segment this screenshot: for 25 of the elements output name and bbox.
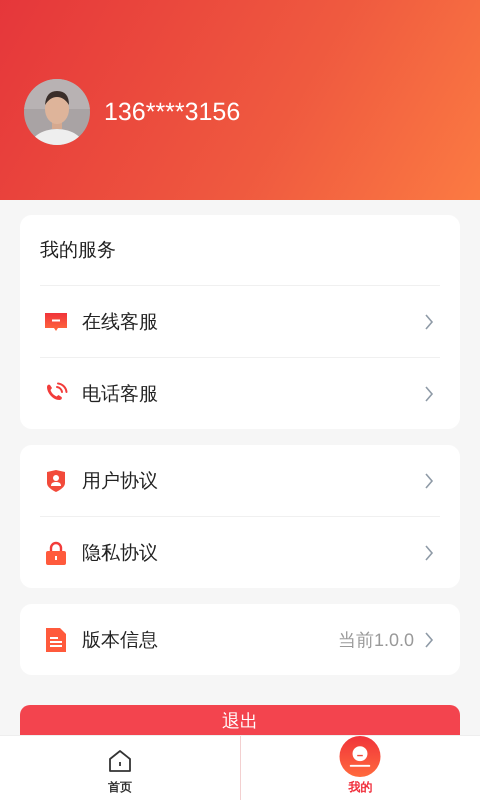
chevron-right-icon: [424, 384, 434, 402]
shield-icon: [44, 468, 68, 492]
menu-item[interactable]: 在线客服: [40, 286, 440, 357]
version-text: 当前1.0.0: [338, 628, 414, 652]
phone-number: 136****3156: [104, 98, 240, 126]
menu-label: 电话客服: [82, 382, 159, 406]
logout-button[interactable]: 退出: [20, 705, 460, 737]
menu-label: 用户协议: [82, 468, 159, 494]
menu-item[interactable]: 用户协议: [40, 445, 440, 516]
menu-item[interactable]: 隐私协议: [40, 516, 440, 588]
tab-item[interactable]: 我的: [240, 736, 480, 800]
menu-item[interactable]: 电话客服: [40, 357, 440, 429]
menu-label: 在线客服: [82, 310, 159, 334]
menu-label: 隐私协议: [82, 540, 159, 566]
chevron-right-icon: [424, 630, 434, 648]
home-icon: [108, 749, 132, 773]
document-icon: [44, 628, 68, 652]
chevron-right-icon: [424, 472, 434, 490]
lock-icon: [44, 540, 68, 564]
chevron-right-icon: [424, 544, 434, 562]
tab-item[interactable]: 首页: [0, 736, 240, 800]
menu-item[interactable]: 版本信息 当前1.0.0: [40, 604, 440, 675]
section-title: 我的服务: [40, 215, 440, 286]
chevron-right-icon: [424, 312, 434, 330]
menu-label: 版本信息: [82, 628, 159, 652]
